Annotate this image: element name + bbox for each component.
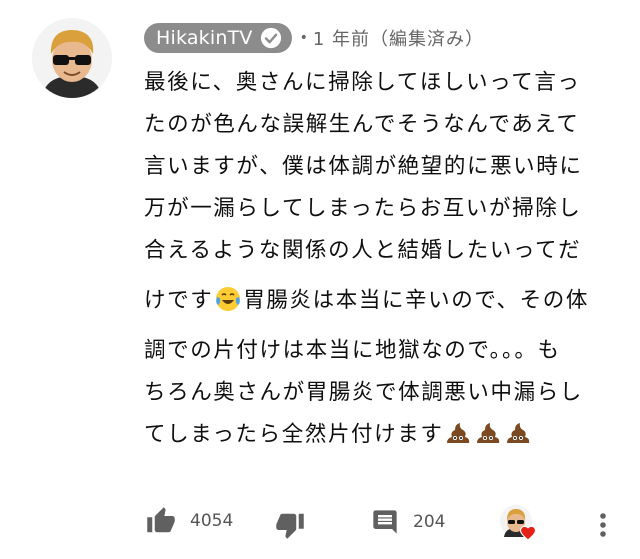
channel-name: HikakinTV <box>156 27 253 49</box>
joy-tears-emoji <box>216 287 241 311</box>
comment-line-text: てしまったら全然片付けます <box>144 422 444 447</box>
thumbs-up-icon <box>147 507 175 533</box>
comment-line: たのが色んな誤解生んでそうなんであえて <box>144 112 580 137</box>
dislike-button[interactable] <box>275 510 305 540</box>
more-actions-button[interactable] <box>594 510 612 540</box>
poop-emoji <box>447 423 470 443</box>
comment-line-text: けです <box>144 288 214 313</box>
comment-timestamp[interactable]: 1 年前（編集済み） <box>313 25 484 51</box>
comment-line: 言いますが、僕は体調が絶望的に悪い時に <box>144 154 583 179</box>
comment-line: てしまったら全然片付けます <box>144 414 614 456</box>
comment-text: 最後に、奥さんに掃除してほしいって言っ たのが色んな誤解生んでそうなんであえて … <box>144 62 614 456</box>
comment-line: 調での片付けは本当に地獄なので。。。も <box>144 338 561 363</box>
comment-line: 合えるような関係の人と結婚したいってだ <box>144 238 582 263</box>
poop-emoji <box>507 423 530 443</box>
comment-line: けです 胃腸炎は本当に辛いので、その体 <box>144 280 614 322</box>
like-button[interactable]: 4054 <box>146 506 233 536</box>
separator-dot: • <box>299 30 308 46</box>
creator-heart-badge <box>499 504 537 542</box>
channel-name-chip[interactable]: HikakinTV <box>144 23 292 53</box>
comment-action-bar: 4054 204 <box>0 500 640 550</box>
heart-icon <box>519 525 537 541</box>
comment-line: ちろん奥さんが胃腸炎で体調悪い中漏らし <box>144 380 583 405</box>
reply-count: 204 <box>413 512 446 532</box>
like-count: 4054 <box>190 511 234 531</box>
comment-line-text: 胃腸炎は本当に辛いので、その体 <box>243 288 589 313</box>
thumbs-down-icon <box>276 513 304 539</box>
comment-header: HikakinTV • 1 年前（編集済み） <box>144 22 484 54</box>
reply-button[interactable]: 204 <box>371 508 445 536</box>
comment-line: 最後に、奥さんに掃除してほしいって言っ <box>144 70 581 95</box>
avatar-image <box>32 18 112 98</box>
check-circle-icon <box>260 27 281 49</box>
comment-icon <box>373 510 397 534</box>
poop-emoji <box>477 423 500 443</box>
more-vertical-icon <box>600 513 606 537</box>
channel-avatar[interactable] <box>32 18 112 98</box>
comment-line: 万が一漏らしてしまったらお互いが掃除し <box>144 196 582 221</box>
